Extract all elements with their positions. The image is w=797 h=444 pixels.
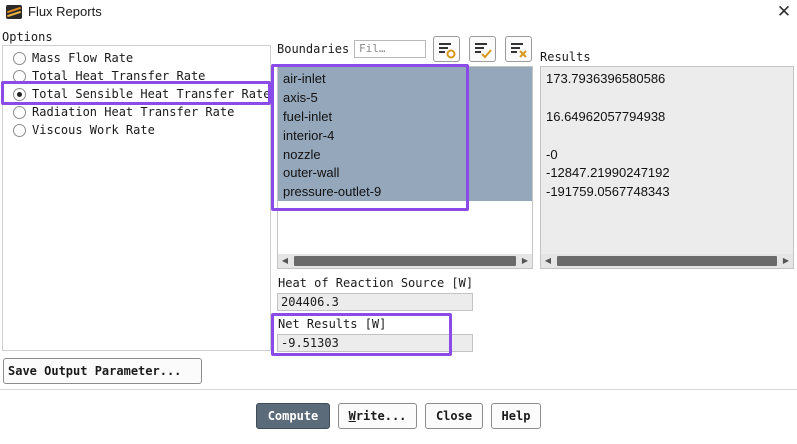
option-mass-flow-rate[interactable]: Mass Flow Rate — [13, 49, 133, 67]
heat-of-reaction-field: 204406.3 — [277, 293, 473, 311]
heat-of-reaction-label: Heat of Reaction Source [W] — [278, 276, 474, 290]
select-all-icon — [475, 43, 492, 59]
window-title: Flux Reports — [28, 4, 102, 19]
write-button[interactable]: Write... — [338, 403, 417, 429]
result-value: -0 — [546, 147, 558, 162]
results-label: Results — [540, 50, 591, 64]
option-label: Viscous Work Rate — [32, 123, 155, 137]
scrollbar-thumb[interactable] — [557, 256, 777, 266]
highlight-boundaries — [271, 64, 469, 211]
close-icon[interactable]: ✕ — [773, 1, 795, 23]
help-button[interactable]: Help — [491, 403, 541, 429]
scroll-left-icon[interactable]: ◀ — [541, 254, 555, 268]
result-value: 173.7936396580586 — [546, 71, 666, 86]
close-button[interactable]: Close — [425, 403, 483, 429]
radio-icon[interactable] — [13, 123, 26, 137]
boundary-list-hscrollbar[interactable]: ◀ ▶ — [278, 254, 532, 268]
filter-options-button[interactable] — [433, 36, 460, 62]
boundary-filter-input[interactable]: Fil… — [354, 40, 426, 58]
option-viscous-work-rate[interactable]: Viscous Work Rate — [13, 121, 155, 139]
result-value: -12847.21990247192 — [546, 165, 670, 180]
app-icon — [6, 5, 22, 19]
scroll-left-icon[interactable]: ◀ — [278, 254, 292, 268]
highlight-selected-option — [1, 81, 271, 105]
results-list: 173.7936396580586 16.64962057794938 -0 -… — [540, 66, 794, 269]
option-label: Mass Flow Rate — [32, 51, 134, 65]
boundaries-label: Boundaries — [277, 42, 350, 56]
result-value: 16.64962057794938 — [546, 109, 666, 124]
highlight-net-results — [271, 313, 452, 356]
options-label: Options — [2, 30, 53, 44]
scroll-right-icon[interactable]: ▶ — [779, 254, 793, 268]
scrollbar-thumb[interactable] — [294, 256, 516, 266]
scroll-right-icon[interactable]: ▶ — [518, 254, 532, 268]
option-radiation-heat-transfer-rate[interactable]: Radiation Heat Transfer Rate — [13, 103, 234, 121]
select-all-button[interactable] — [469, 36, 496, 62]
results-hscrollbar[interactable]: ◀ ▶ — [541, 254, 793, 268]
title-bar — [0, 0, 797, 26]
save-output-parameter-button[interactable]: Save Output Parameter... — [3, 358, 202, 384]
option-label: Radiation Heat Transfer Rate — [32, 105, 235, 119]
radio-icon[interactable] — [13, 105, 26, 119]
filter-options-icon — [439, 43, 456, 59]
divider — [0, 389, 797, 390]
radio-icon[interactable] — [13, 51, 26, 65]
compute-button[interactable]: Compute — [256, 403, 330, 429]
result-value: -191759.0567748343 — [546, 184, 670, 199]
deselect-all-icon — [511, 43, 527, 58]
deselect-all-button[interactable] — [505, 36, 532, 62]
